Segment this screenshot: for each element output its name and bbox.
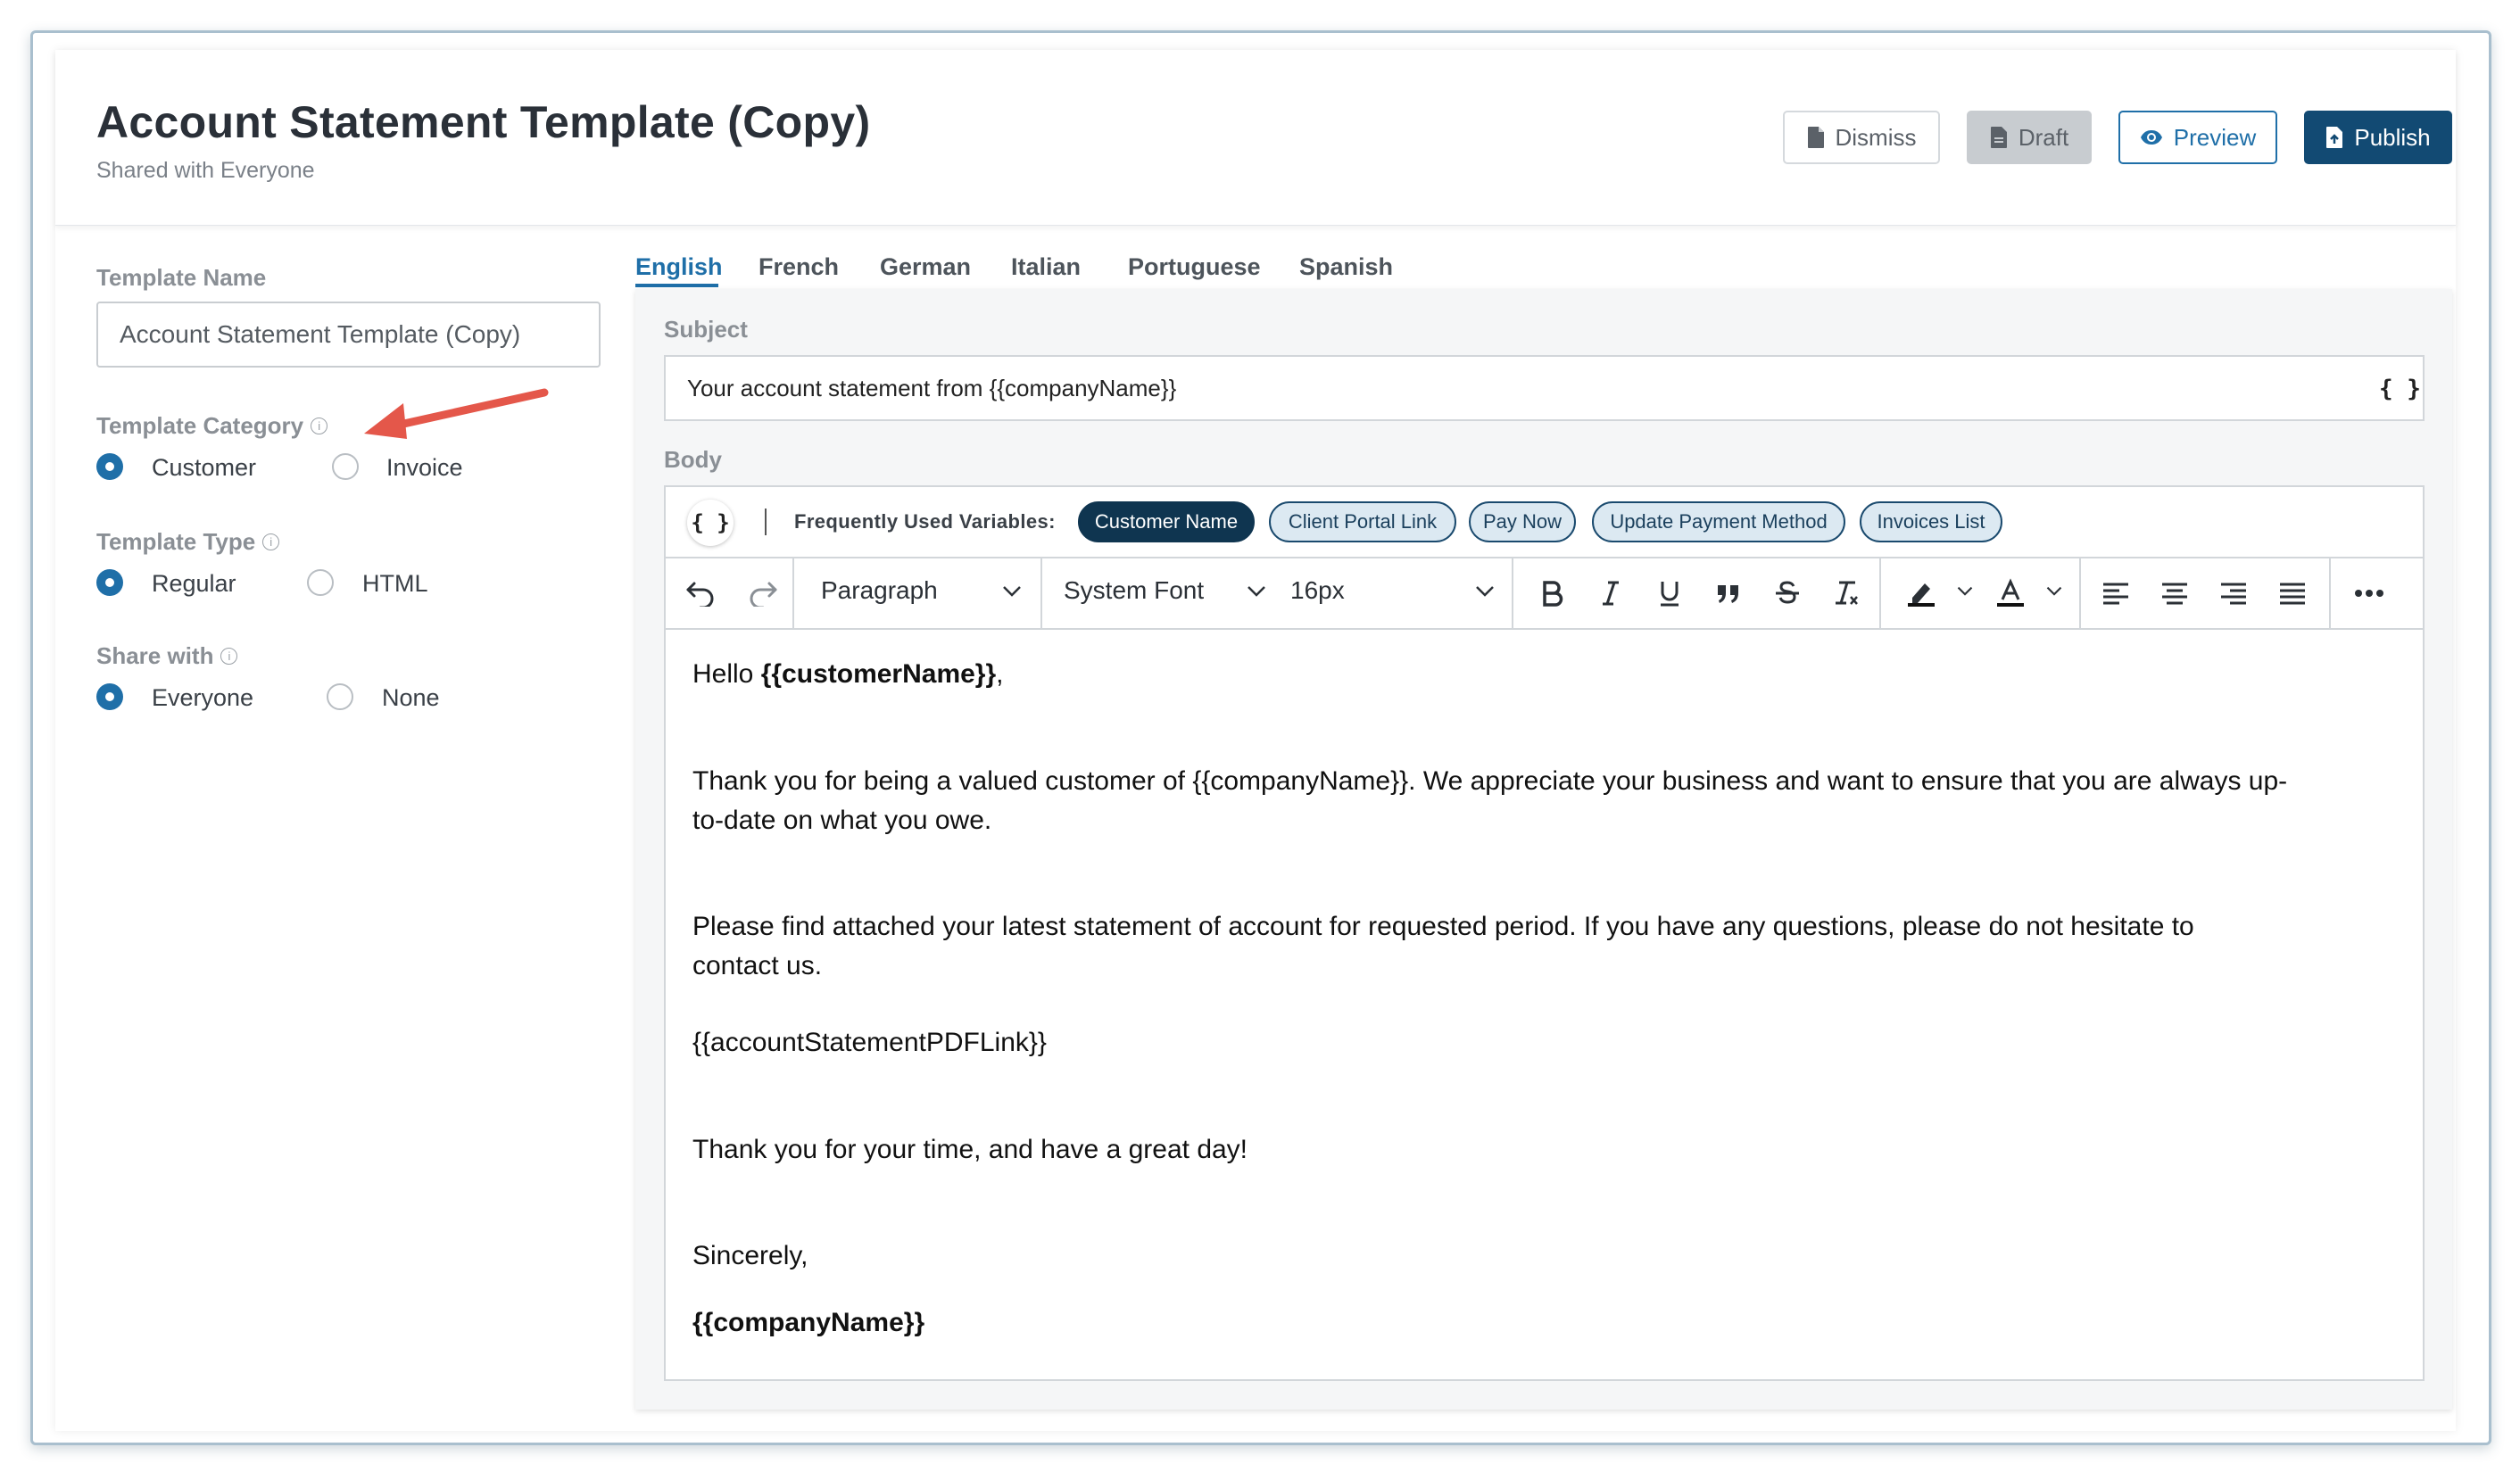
share-none-label[interactable]: None <box>382 684 440 712</box>
subject-variable-button[interactable]: { } <box>2379 376 2421 402</box>
chip-update-payment-method[interactable]: Update Payment Method <box>1592 501 1845 542</box>
category-invoice-radio[interactable] <box>332 453 359 480</box>
subject-label: Subject <box>664 316 748 343</box>
tab-english[interactable]: English <box>635 253 723 281</box>
type-html-radio[interactable] <box>307 569 334 596</box>
share-everyone-radio[interactable] <box>96 683 123 710</box>
active-tab-indicator <box>635 284 718 287</box>
toolbar-divider <box>792 558 794 628</box>
toolbar-divider <box>2079 558 2081 628</box>
annotation-arrow-icon <box>364 388 549 439</box>
draft-button[interactable]: Draft <box>1967 111 2092 164</box>
toolbar-divider <box>2329 558 2331 628</box>
body-signature-variable: {{companyName}} <box>692 1308 925 1337</box>
chevron-down-icon[interactable] <box>1956 582 1974 600</box>
insert-variable-button[interactable]: { } <box>687 500 734 546</box>
subject-input[interactable]: Your account statement from {{companyNam… <box>664 355 2425 421</box>
share-none-radio[interactable] <box>327 683 353 710</box>
publish-button[interactable]: Publish <box>2304 111 2452 164</box>
category-customer-label[interactable]: Customer <box>152 454 256 482</box>
chip-client-portal-link[interactable]: Client Portal Link <box>1269 501 1456 542</box>
separator <box>765 509 767 535</box>
info-icon[interactable]: i <box>220 648 238 665</box>
text-color-icon[interactable] <box>1992 575 2029 612</box>
tab-italian[interactable]: Italian <box>1011 253 1081 281</box>
chevron-down-icon[interactable] <box>1474 582 1496 600</box>
info-icon[interactable]: i <box>262 533 280 550</box>
underline-icon[interactable] <box>1651 575 1688 612</box>
align-left-icon[interactable] <box>2097 575 2135 612</box>
file-upload-icon <box>2326 127 2343 148</box>
chevron-down-icon[interactable] <box>1001 582 1023 600</box>
document-icon <box>1807 127 1824 148</box>
highlight-color-icon[interactable] <box>1902 575 1940 612</box>
preview-label: Preview <box>2173 123 2257 151</box>
page-subtitle: Shared with Everyone <box>96 158 315 183</box>
share-everyone-label[interactable]: Everyone <box>152 684 253 712</box>
block-format-select[interactable]: Paragraph <box>821 576 938 605</box>
variable-brace-icon: { } <box>691 510 730 535</box>
redo-icon[interactable] <box>744 575 782 612</box>
align-center-icon[interactable] <box>2156 575 2193 612</box>
chip-pay-now[interactable]: Pay Now <box>1469 501 1576 542</box>
document-icon <box>1990 127 2007 148</box>
body-label: Body <box>664 446 722 473</box>
customer-name-variable: {{customerName}} <box>760 659 997 689</box>
publish-label: Publish <box>2354 123 2431 151</box>
body-pdf-link-variable: {{accountStatementPDFLink}} <box>692 1028 1047 1057</box>
tab-german[interactable]: German <box>880 253 971 281</box>
page-title: Account Statement Template (Copy) <box>96 97 871 147</box>
type-html-label[interactable]: HTML <box>362 570 428 598</box>
type-regular-label[interactable]: Regular <box>152 570 236 598</box>
tab-french[interactable]: French <box>758 253 839 281</box>
info-icon[interactable]: i <box>311 418 328 434</box>
draft-label: Draft <box>2018 123 2069 151</box>
chip-customer-name[interactable]: Customer Name <box>1078 501 1255 542</box>
toolbar-divider <box>1879 558 1881 628</box>
eye-icon <box>2140 130 2162 145</box>
share-with-label: Share with i <box>96 642 238 670</box>
tab-portuguese[interactable]: Portuguese <box>1128 253 1261 281</box>
template-type-label: Template Type i <box>96 528 280 556</box>
strikethrough-icon[interactable] <box>1769 575 1806 612</box>
font-family-select[interactable]: System Font <box>1064 576 1204 605</box>
frequent-variables-label: Frequently Used Variables: <box>794 510 1056 533</box>
dismiss-label: Dismiss <box>1835 123 1917 151</box>
body-paragraph-2-line-2: contact us. <box>692 951 823 980</box>
chevron-down-icon[interactable] <box>1246 582 1267 600</box>
category-invoice-label[interactable]: Invoice <box>386 454 463 482</box>
template-name-input[interactable]: Account Statement Template (Copy) <box>96 302 601 368</box>
align-justify-icon[interactable] <box>2274 575 2311 612</box>
body-paragraph-1-line-1: Thank you for being a valued customer of… <box>692 766 2288 796</box>
category-customer-radio[interactable] <box>96 453 123 480</box>
align-right-icon[interactable] <box>2215 575 2252 612</box>
dismiss-button[interactable]: Dismiss <box>1783 111 1940 164</box>
font-size-select[interactable]: 16px <box>1290 576 1345 605</box>
template-category-label: Template Category i <box>96 412 328 440</box>
body-closing: Sincerely, <box>692 1241 808 1270</box>
toolbar-divider <box>1040 558 1042 628</box>
undo-icon[interactable] <box>682 575 719 612</box>
body-greeting: Hello {{customerName}}, <box>692 659 1004 689</box>
clear-format-icon[interactable] <box>1828 575 1865 612</box>
blockquote-icon[interactable] <box>1710 575 1747 612</box>
preview-button[interactable]: Preview <box>2118 111 2277 164</box>
template-name-label: Template Name <box>96 264 267 291</box>
more-options-icon[interactable] <box>2350 575 2388 612</box>
bold-icon[interactable] <box>1533 575 1571 612</box>
chevron-down-icon[interactable] <box>2045 582 2063 600</box>
subject-value: Your account statement from {{companyNam… <box>687 374 1177 401</box>
body-paragraph-1-line-2: to-date on what you owe. <box>692 806 992 835</box>
italic-icon[interactable] <box>1592 575 1629 612</box>
body-paragraph-2-line-1: Please find attached your latest stateme… <box>692 912 2194 941</box>
chip-invoices-list[interactable]: Invoices List <box>1860 501 2002 542</box>
body-thanks: Thank you for your time, and have a grea… <box>692 1135 1248 1164</box>
toolbar-divider <box>1512 558 1513 628</box>
type-regular-radio[interactable] <box>96 569 123 596</box>
tab-spanish[interactable]: Spanish <box>1299 253 1393 281</box>
